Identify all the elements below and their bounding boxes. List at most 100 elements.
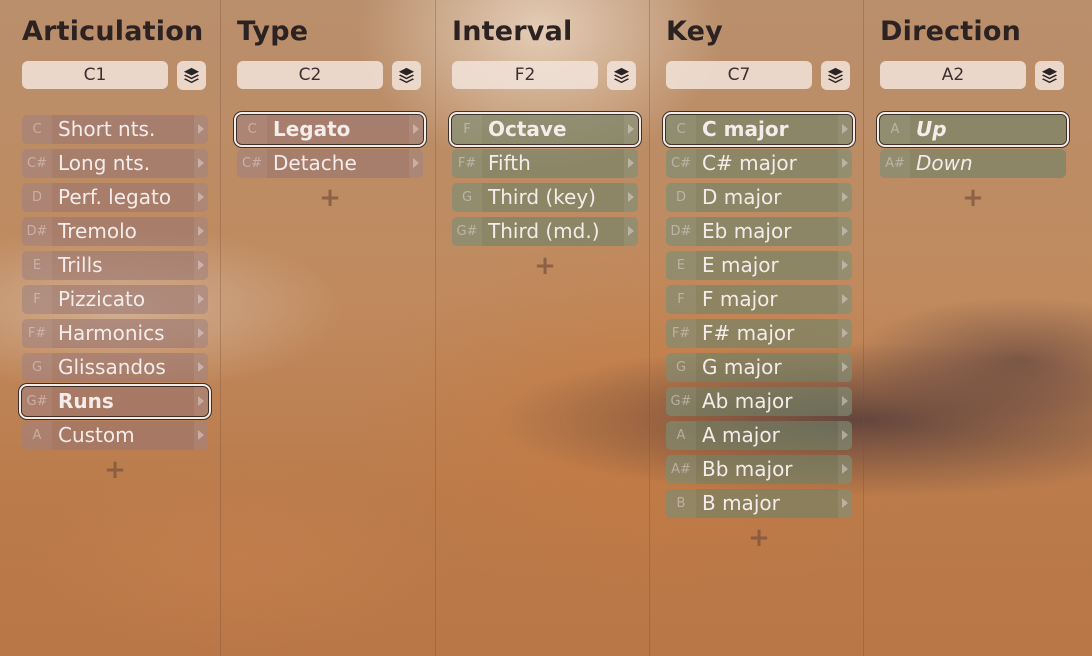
- chevron-right-icon[interactable]: [838, 353, 852, 382]
- note-name: C: [666, 115, 696, 144]
- layers-button[interactable]: [392, 61, 421, 90]
- chevron-right-icon[interactable]: [838, 387, 852, 416]
- layers-button[interactable]: [1035, 61, 1064, 90]
- keyswitch-trigger-field[interactable]: C2: [237, 61, 383, 89]
- type-list: C Legato C# Detache +: [234, 112, 426, 213]
- plus-icon[interactable]: +: [880, 183, 1066, 213]
- keyswitch-trigger-field[interactable]: A2: [880, 61, 1026, 89]
- note-name: G#: [666, 387, 696, 416]
- chevron-right-icon[interactable]: [624, 183, 638, 212]
- chevron-right-icon[interactable]: [194, 217, 208, 246]
- layers-button[interactable]: [607, 61, 636, 90]
- list-item-selected[interactable]: A Up: [877, 112, 1069, 147]
- item-label: Down: [916, 151, 973, 175]
- list-item[interactable]: BB major: [666, 489, 852, 518]
- layers-icon: [613, 67, 630, 84]
- list-item-selected[interactable]: C Legato: [234, 112, 426, 147]
- list-item[interactable]: F# F# major: [666, 319, 852, 348]
- chevron-right-icon[interactable]: [838, 421, 852, 450]
- item-label: Third (key): [488, 185, 596, 209]
- list-item[interactable]: F# Fifth: [452, 149, 638, 178]
- chevron-right-icon[interactable]: [409, 115, 423, 144]
- chevron-right-icon[interactable]: [838, 489, 852, 518]
- note-name: C: [22, 115, 52, 144]
- note-name: F#: [452, 149, 482, 178]
- item-label: Harmonics: [58, 321, 165, 345]
- note-name: A#: [880, 149, 910, 178]
- list-item[interactable]: C# Long nts.: [22, 149, 208, 178]
- list-item[interactable]: D# Eb major: [666, 217, 852, 246]
- chevron-right-icon[interactable]: [838, 251, 852, 280]
- list-item[interactable]: C# C# major: [666, 149, 852, 178]
- chevron-right-icon[interactable]: [838, 183, 852, 212]
- chevron-right-icon[interactable]: [624, 217, 638, 246]
- layers-button[interactable]: [177, 61, 206, 90]
- chevron-right-icon[interactable]: [838, 319, 852, 348]
- item-label: C major: [702, 117, 789, 141]
- chevron-right-icon[interactable]: [838, 217, 852, 246]
- list-item[interactable]: F Pizzicato: [22, 285, 208, 314]
- plus-icon[interactable]: +: [666, 523, 852, 553]
- list-item[interactable]: D# Tremolo: [22, 217, 208, 246]
- list-item[interactable]: DD major: [666, 183, 852, 212]
- note-name: C#: [666, 149, 696, 178]
- chevron-right-icon[interactable]: [624, 115, 638, 144]
- note-name: F: [22, 285, 52, 314]
- chevron-right-icon[interactable]: [838, 149, 852, 178]
- item-label: Third (md.): [488, 219, 600, 243]
- list-item[interactable]: E Trills: [22, 251, 208, 280]
- layers-button[interactable]: [821, 61, 850, 90]
- list-item[interactable]: A# Down: [880, 149, 1066, 178]
- keyswitch-trigger-field[interactable]: C1: [22, 61, 168, 89]
- list-item[interactable]: AA major: [666, 421, 852, 450]
- list-item[interactable]: EE major: [666, 251, 852, 280]
- item-label: A major: [702, 423, 780, 447]
- item-label: Detache: [273, 151, 357, 175]
- chevron-right-icon[interactable]: [409, 149, 423, 178]
- note-name: B: [666, 489, 696, 518]
- note-name: D#: [666, 217, 696, 246]
- list-item[interactable]: G Glissandos: [22, 353, 208, 382]
- chevron-right-icon[interactable]: [194, 149, 208, 178]
- list-item[interactable]: GG major: [666, 353, 852, 382]
- chevron-right-icon[interactable]: [194, 183, 208, 212]
- plus-icon[interactable]: +: [452, 251, 638, 281]
- list-item[interactable]: A# Bb major: [666, 455, 852, 484]
- keyswitch-trigger-field[interactable]: C7: [666, 61, 812, 89]
- list-item[interactable]: FF major: [666, 285, 852, 314]
- plus-icon[interactable]: +: [22, 455, 208, 485]
- column-title: Articulation: [22, 16, 204, 47]
- list-item[interactable]: F# Harmonics: [22, 319, 208, 348]
- list-item[interactable]: A Custom: [22, 421, 208, 450]
- articulation-list: C Short nts. C# Long nts. D Perf. legato D#…: [19, 115, 211, 485]
- type-column: Type C2 C Legato C# Detache +: [220, 0, 435, 656]
- note-name: C: [237, 115, 267, 144]
- interval-column: Interval F2 F Octave F# Fifth G Third (key)…: [435, 0, 650, 656]
- list-item[interactable]: G# Third (md.): [452, 217, 638, 246]
- list-item[interactable]: G Third (key): [452, 183, 638, 212]
- chevron-right-icon[interactable]: [838, 115, 852, 144]
- list-item[interactable]: D Perf. legato: [22, 183, 208, 212]
- item-label: F# major: [702, 321, 795, 345]
- list-item-selected[interactable]: CC major: [663, 112, 855, 147]
- chevron-right-icon[interactable]: [194, 251, 208, 280]
- chevron-right-icon[interactable]: [194, 285, 208, 314]
- chevron-right-icon[interactable]: [194, 421, 208, 450]
- chevron-right-icon[interactable]: [838, 455, 852, 484]
- list-item-selected[interactable]: F Octave: [449, 112, 641, 147]
- plus-icon[interactable]: +: [237, 183, 423, 213]
- chevron-right-icon[interactable]: [194, 353, 208, 382]
- list-item-selected[interactable]: G# Runs: [19, 384, 211, 419]
- list-item[interactable]: G# Ab major: [666, 387, 852, 416]
- interval-list: F Octave F# Fifth G Third (key) G# Third (md…: [449, 112, 641, 281]
- chevron-right-icon[interactable]: [194, 319, 208, 348]
- item-label: D major: [702, 185, 782, 209]
- list-item[interactable]: C Short nts.: [22, 115, 208, 144]
- chevron-right-icon[interactable]: [194, 115, 208, 144]
- chevron-right-icon[interactable]: [194, 387, 208, 416]
- list-item[interactable]: C# Detache: [237, 149, 423, 178]
- chevron-right-icon[interactable]: [838, 285, 852, 314]
- layers-icon: [1041, 67, 1058, 84]
- keyswitch-trigger-field[interactable]: F2: [452, 61, 598, 89]
- chevron-right-icon[interactable]: [624, 149, 638, 178]
